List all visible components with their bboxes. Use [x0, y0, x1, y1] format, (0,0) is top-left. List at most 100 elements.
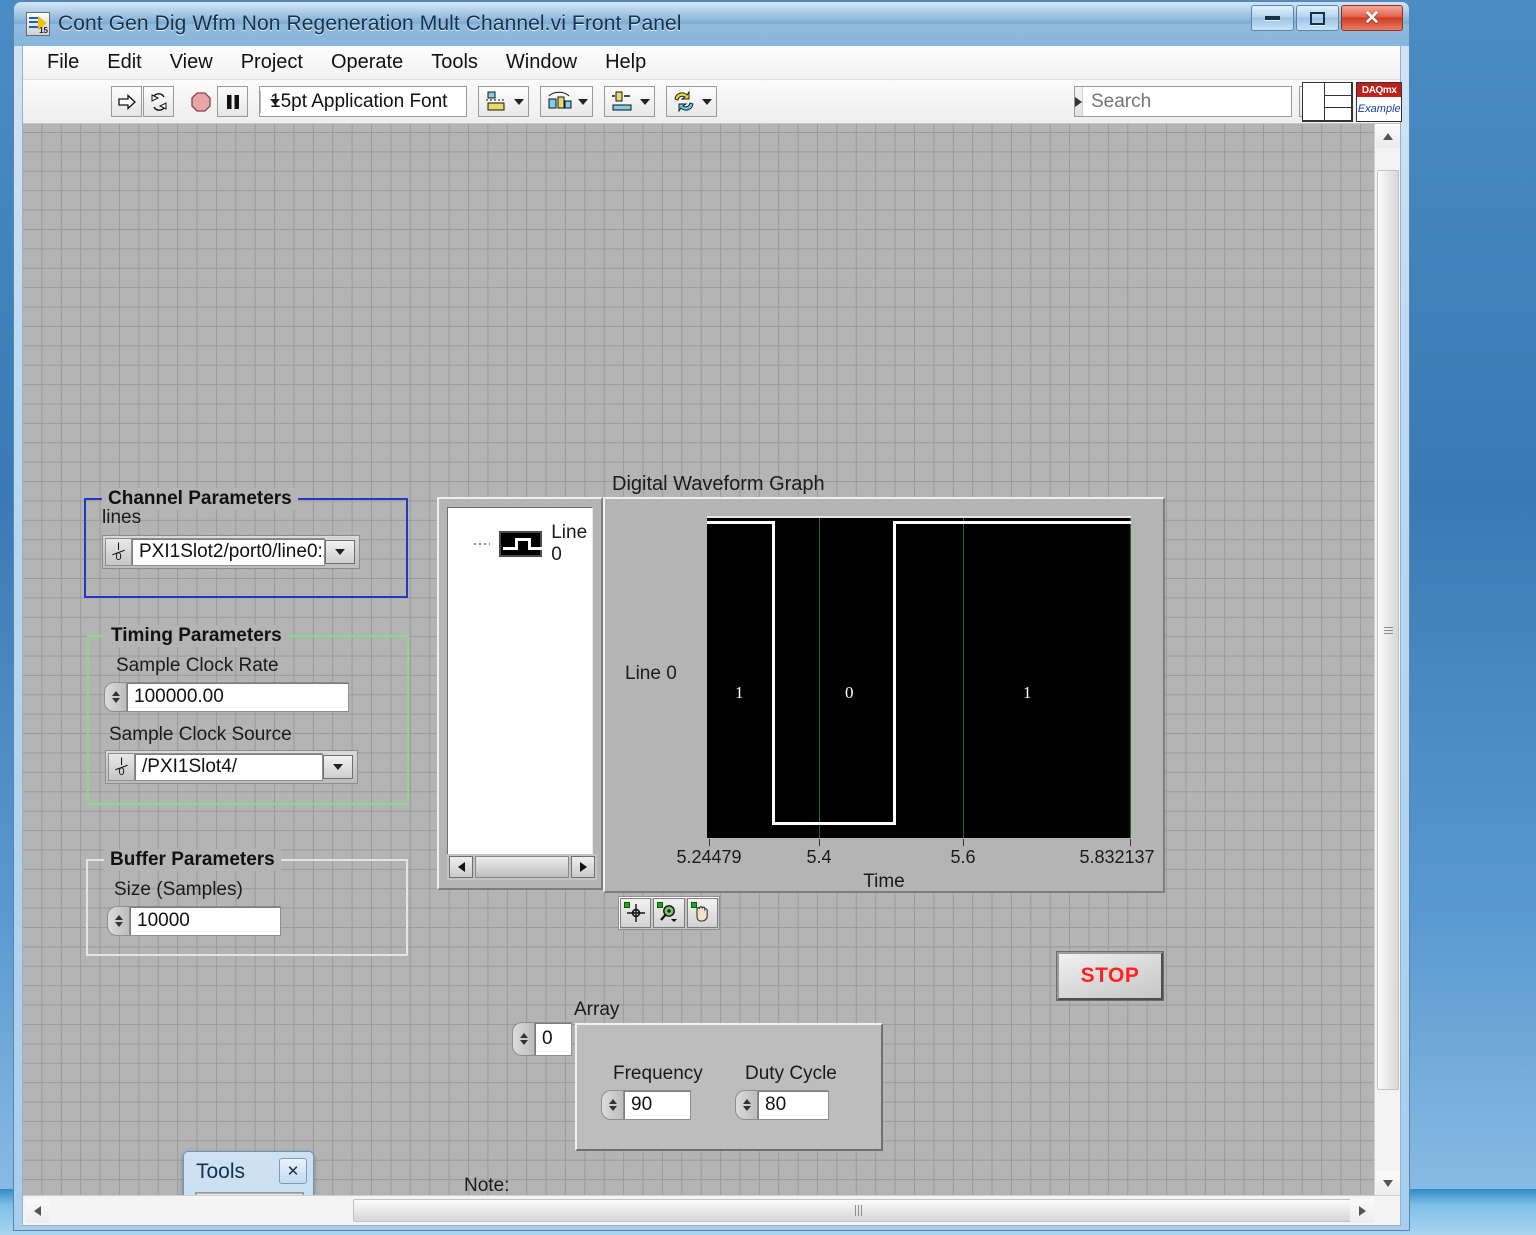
graph-x-axis-label: Time: [863, 871, 905, 892]
graph-palette[interactable]: [618, 896, 720, 930]
xtick-0: [709, 839, 710, 846]
plot-legend-row[interactable]: Line 0: [474, 522, 596, 566]
array-index-stepper[interactable]: [512, 1022, 534, 1056]
sample-clock-source-control[interactable]: I0 /PXI1Slot4/: [105, 750, 358, 784]
graph-zoom-tool-button[interactable]: [653, 898, 685, 928]
maximize-icon: [1310, 11, 1325, 25]
scroll-right-button[interactable]: [1350, 1198, 1374, 1223]
menu-item-help[interactable]: Help: [593, 48, 658, 77]
graph-pan-tool-button[interactable]: [686, 898, 718, 928]
sample-clock-rate-value[interactable]: 100000.00: [126, 682, 349, 712]
duty-cycle-value[interactable]: 80: [757, 1090, 829, 1120]
run-button[interactable]: [111, 86, 142, 117]
tools-palette-title-bar: Tools ✕: [184, 1152, 313, 1192]
legend-scroll-thumb[interactable]: [475, 856, 569, 878]
graph-y-axis-label: Line 0: [625, 663, 677, 684]
distribute-objects-menu[interactable]: [540, 86, 593, 117]
vertical-scroll-thumb[interactable]: [1377, 170, 1399, 1090]
buffer-size-stepper[interactable]: [107, 906, 129, 936]
xtick-label-2: 5.6: [950, 847, 976, 867]
panel-horizontal-scrollbar[interactable]: [23, 1195, 1400, 1225]
timing-parameters-label: Timing Parameters: [105, 625, 288, 647]
sample-clock-source-value[interactable]: /PXI1Slot4/: [134, 753, 323, 781]
xtick-label-3: 5.832137: [1079, 847, 1155, 867]
lines-dropdown-button[interactable]: [325, 540, 355, 564]
chevron-down-icon: [514, 98, 524, 105]
close-button[interactable]: ✕: [1341, 5, 1403, 31]
array-index-value[interactable]: 0: [534, 1022, 572, 1056]
tools-palette-title: Tools: [196, 1160, 246, 1183]
xtick-label-0: 5.24479: [676, 847, 742, 867]
scroll-down-button[interactable]: [1375, 1171, 1400, 1195]
scroll-up-button[interactable]: [1375, 124, 1400, 148]
menu-item-file[interactable]: File: [35, 48, 91, 77]
menu-item-window[interactable]: Window: [494, 48, 589, 77]
plot-legend[interactable]: Line 0: [437, 497, 603, 890]
labview-vi-icon: 15: [26, 12, 50, 36]
search-box[interactable]: [1074, 86, 1336, 117]
trace-rising-edge: [893, 521, 896, 825]
graph-plot-area[interactable]: 1 0 1: [707, 516, 1131, 838]
chevron-down-icon: [335, 549, 345, 555]
xtick-1: [819, 839, 820, 846]
pause-button[interactable]: [217, 86, 248, 117]
abort-execution-icon: [190, 91, 211, 112]
trace-high-seg1: [707, 521, 775, 524]
digital-waveform-plot-icon[interactable]: [498, 531, 545, 557]
reorder-objects-icon: [674, 90, 694, 112]
lines-control[interactable]: I0 PXI1Slot2/port0/line0:2: [102, 535, 360, 569]
scroll-left-button[interactable]: [25, 1198, 49, 1223]
gridline-5.6: [963, 518, 964, 838]
resize-objects-menu[interactable]: [604, 86, 655, 117]
abort-execution-button[interactable]: [185, 86, 216, 117]
duty-cycle-stepper[interactable]: [735, 1090, 757, 1120]
duty-cycle-control[interactable]: 80: [735, 1090, 829, 1120]
run-continuously-button[interactable]: [143, 86, 174, 117]
buffer-size-value[interactable]: 10000: [129, 906, 281, 936]
menu-item-project[interactable]: Project: [229, 48, 315, 77]
lines-value[interactable]: PXI1Slot2/port0/line0:2: [131, 538, 325, 566]
io-name-icon: I0: [108, 753, 134, 781]
frequency-control[interactable]: 90: [601, 1090, 691, 1120]
tools-palette-close-button[interactable]: ✕: [279, 1158, 307, 1184]
search-expand-icon[interactable]: [1075, 87, 1083, 116]
run-arrow-icon: [117, 93, 136, 110]
horizontal-scroll-thumb[interactable]: [353, 1199, 1363, 1222]
plot-legend-scrollbar[interactable]: [447, 854, 597, 880]
font-selector[interactable]: 15pt Application Font: [259, 86, 467, 117]
menu-item-view[interactable]: View: [158, 48, 225, 77]
bit-label-1a: 1: [735, 683, 744, 702]
scroll-grip-icon: [1383, 626, 1393, 634]
graph-cursor-tool-button[interactable]: [620, 898, 652, 928]
stop-button[interactable]: STOP: [1057, 952, 1163, 1000]
logo-grid-icon: [1302, 82, 1354, 122]
array-index-control[interactable]: 0: [512, 1022, 572, 1056]
sample-clock-rate-control[interactable]: 100000.00: [104, 682, 349, 712]
menu-item-operate[interactable]: Operate: [319, 48, 415, 77]
sample-clock-source-dropdown-button[interactable]: [323, 755, 353, 779]
xtick-3: [1130, 839, 1131, 846]
pause-icon: [226, 94, 239, 109]
sample-clock-source-label: Sample Clock Source: [109, 724, 292, 745]
trace-low-seg: [772, 822, 896, 825]
maximize-button[interactable]: [1296, 5, 1339, 31]
frequency-value[interactable]: 90: [623, 1090, 691, 1120]
tools-palette-window[interactable]: Tools ✕: [183, 1151, 314, 1195]
menu-item-edit[interactable]: Edit: [95, 48, 153, 77]
triangle-left-icon: [33, 1205, 41, 1216]
front-panel-canvas[interactable]: Channel Parameters lines I0 PXI1Slot2/po…: [23, 124, 1374, 1195]
reorder-objects-menu[interactable]: [666, 86, 717, 117]
panel-vertical-scrollbar[interactable]: [1374, 124, 1400, 1195]
frequency-stepper[interactable]: [601, 1090, 623, 1120]
buffer-size-control[interactable]: 10000: [107, 906, 281, 936]
digital-waveform-graph[interactable]: Line 0 1 0 1 5.24479 5.4 5.6 5.832137 Ti…: [603, 497, 1165, 893]
menu-item-tools[interactable]: Tools: [419, 48, 490, 77]
legend-scroll-left-button[interactable]: [449, 856, 473, 878]
daqmx-example-badge: DAQmx Example: [1356, 82, 1402, 122]
bit-label-0: 0: [845, 683, 854, 702]
minimize-button[interactable]: [1251, 5, 1294, 31]
legend-scroll-right-button[interactable]: [571, 856, 595, 878]
gridline-5.4: [819, 518, 820, 838]
align-objects-menu[interactable]: [478, 86, 529, 117]
sample-clock-rate-stepper[interactable]: [104, 682, 126, 712]
